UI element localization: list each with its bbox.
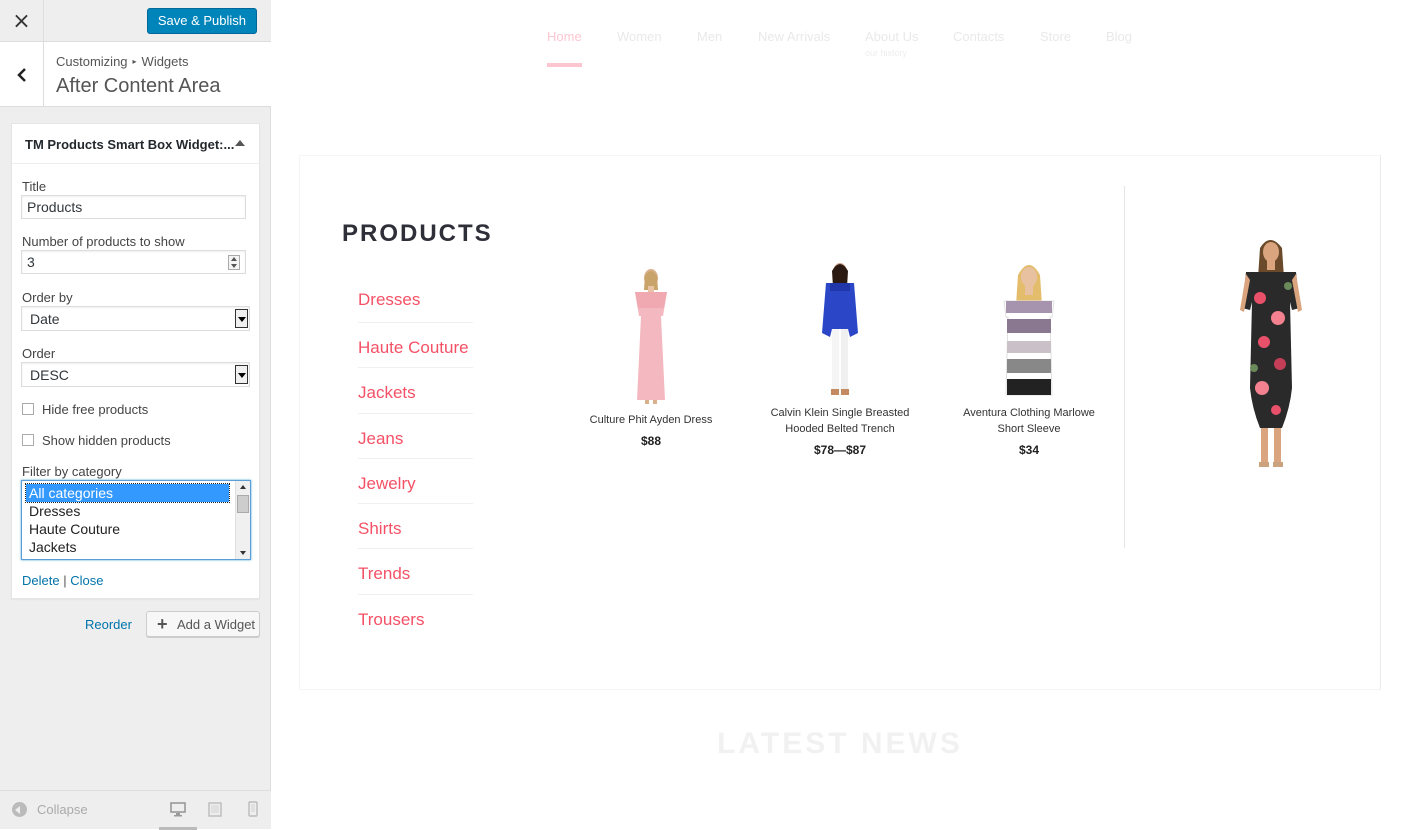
breadcrumb-separator: ▸ bbox=[132, 57, 137, 66]
category-link[interactable]: Dresses bbox=[358, 276, 473, 323]
collapse-icon[interactable] bbox=[12, 802, 27, 817]
products-title: PRODUCTS bbox=[342, 220, 493, 247]
latest-news-title: LATEST NEWS bbox=[717, 727, 963, 760]
breadcrumb-root: Customizing bbox=[56, 54, 128, 69]
actions-separator: | bbox=[63, 573, 67, 588]
collapse-label[interactable]: Collapse bbox=[37, 802, 88, 817]
filter-label: Filter by category bbox=[22, 464, 122, 479]
sidebar-footer: Collapse bbox=[0, 790, 271, 830]
featured-product-image[interactable] bbox=[1230, 238, 1310, 470]
scroll-up-icon[interactable] bbox=[240, 485, 246, 489]
orderby-label: Order by bbox=[22, 290, 73, 305]
back-button[interactable] bbox=[0, 42, 44, 107]
chevron-left-icon bbox=[16, 67, 26, 82]
column-divider bbox=[1124, 186, 1125, 548]
widget-header[interactable]: TM Products Smart Box Widget:... bbox=[12, 124, 259, 164]
product-image[interactable] bbox=[621, 268, 681, 406]
count-value: 3 bbox=[27, 254, 35, 270]
widget-title: TM Products Smart Box Widget:... bbox=[25, 137, 235, 152]
hide-free-checkbox[interactable] bbox=[22, 403, 34, 415]
nav-active-indicator bbox=[547, 63, 582, 67]
product-card[interactable]: Calvin Klein Single Breasted Hooded Belt… bbox=[770, 261, 910, 457]
widget-panel: TM Products Smart Box Widget:... Title P… bbox=[11, 123, 260, 599]
category-scrollbar[interactable] bbox=[235, 481, 250, 559]
tablet-icon[interactable] bbox=[207, 801, 223, 817]
customizer-sidebar: × Save & Publish Customizing ▸ Widgets Aft… bbox=[0, 0, 271, 830]
nav-subtitle-about: our history bbox=[865, 48, 908, 58]
add-widget-label: Add a Widget bbox=[177, 617, 256, 632]
dropdown-arrow-icon[interactable] bbox=[235, 309, 248, 328]
nav-item-home[interactable]: Home bbox=[547, 29, 582, 44]
count-label: Number of products to show bbox=[22, 234, 185, 249]
orderby-select[interactable]: Date bbox=[21, 306, 250, 331]
category-option[interactable]: Haute Couture bbox=[22, 520, 229, 538]
product-image[interactable] bbox=[994, 261, 1064, 399]
product-name[interactable]: Aventura Clothing Marlowe Short Sleeve bbox=[959, 405, 1099, 437]
main-navigation: Home Women Men New Arrivals About Us our… bbox=[271, 0, 1409, 70]
nav-item-men[interactable]: Men bbox=[697, 29, 722, 44]
save-publish-button[interactable]: Save & Publish bbox=[146, 8, 257, 34]
product-price: $34 bbox=[1018, 443, 1040, 457]
category-option[interactable]: Jackets bbox=[22, 538, 229, 556]
site-preview: Home Women Men New Arrivals About Us our… bbox=[271, 0, 1409, 829]
orderby-value: Date bbox=[30, 311, 60, 327]
add-widget-button[interactable]: + Add a Widget bbox=[146, 611, 260, 637]
nav-item-about[interactable]: About Us bbox=[865, 29, 918, 44]
count-input[interactable]: 3 bbox=[21, 250, 246, 274]
nav-item-contacts[interactable]: Contacts bbox=[953, 29, 1004, 44]
product-card[interactable]: Culture Phit Ayden Dress $88 bbox=[581, 268, 721, 448]
desktop-icon[interactable] bbox=[170, 801, 186, 817]
close-link[interactable]: Close bbox=[70, 573, 103, 588]
nav-item-blog[interactable]: Blog bbox=[1106, 29, 1132, 44]
hide-free-label: Hide free products bbox=[42, 402, 149, 417]
mobile-icon[interactable] bbox=[245, 801, 261, 817]
category-option[interactable]: All categories bbox=[25, 483, 230, 503]
category-link[interactable]: Trousers bbox=[358, 595, 473, 640]
sidebar-header: × Save & Publish bbox=[0, 0, 271, 42]
order-label: Order bbox=[22, 346, 56, 361]
category-multiselect[interactable]: All categories Dresses Haute Couture Jac… bbox=[21, 480, 251, 560]
category-link[interactable]: Jewelry bbox=[358, 459, 473, 505]
widget-actions: Delete | Close bbox=[22, 573, 103, 588]
category-link[interactable]: Jeans bbox=[358, 414, 473, 459]
category-link[interactable]: Trends bbox=[358, 549, 473, 595]
title-label: Title bbox=[22, 179, 47, 194]
nav-item-store[interactable]: Store bbox=[1040, 29, 1071, 44]
title-input[interactable]: Products bbox=[21, 195, 246, 219]
product-price: $88 bbox=[640, 434, 662, 448]
product-name[interactable]: Culture Phit Ayden Dress bbox=[581, 412, 721, 428]
collapse-arrow-icon[interactable] bbox=[235, 140, 245, 146]
product-name[interactable]: Calvin Klein Single Breasted Hooded Belt… bbox=[770, 405, 910, 437]
breadcrumb: Customizing ▸ Widgets bbox=[56, 54, 189, 69]
show-hidden-checkbox[interactable] bbox=[22, 434, 34, 446]
number-spinner[interactable] bbox=[228, 255, 240, 270]
category-option[interactable]: Dresses bbox=[22, 502, 229, 520]
nav-item-new-arrivals[interactable]: New Arrivals bbox=[758, 29, 830, 44]
plus-icon: + bbox=[157, 614, 168, 634]
delete-link[interactable]: Delete bbox=[22, 573, 60, 588]
product-card[interactable]: Aventura Clothing Marlowe Short Sleeve $… bbox=[959, 261, 1099, 457]
section-title: After Content Area bbox=[56, 75, 221, 97]
scroll-thumb[interactable] bbox=[237, 495, 249, 513]
category-link[interactable]: Jackets bbox=[358, 368, 473, 414]
category-list: Dresses Haute Couture Jackets Jeans Jewe… bbox=[358, 276, 473, 640]
order-value: DESC bbox=[30, 367, 69, 383]
show-hidden-label: Show hidden products bbox=[42, 433, 171, 448]
category-link[interactable]: Haute Couture bbox=[358, 323, 473, 369]
product-price: $78—$87 bbox=[813, 443, 867, 457]
scroll-down-icon[interactable] bbox=[240, 551, 246, 555]
category-link[interactable]: Shirts bbox=[358, 504, 473, 550]
order-select[interactable]: DESC bbox=[21, 362, 250, 387]
dropdown-arrow-icon[interactable] bbox=[235, 365, 248, 384]
nav-item-women[interactable]: Women bbox=[617, 29, 662, 44]
products-widget: PRODUCTS Dresses Haute Couture Jackets J… bbox=[299, 155, 1381, 690]
product-image[interactable] bbox=[810, 261, 870, 399]
breadcrumb-leaf: Widgets bbox=[141, 54, 189, 69]
reorder-link[interactable]: Reorder bbox=[85, 617, 132, 632]
close-icon[interactable]: × bbox=[0, 0, 44, 42]
section-header: Customizing ▸ Widgets After Content Area bbox=[0, 42, 271, 107]
